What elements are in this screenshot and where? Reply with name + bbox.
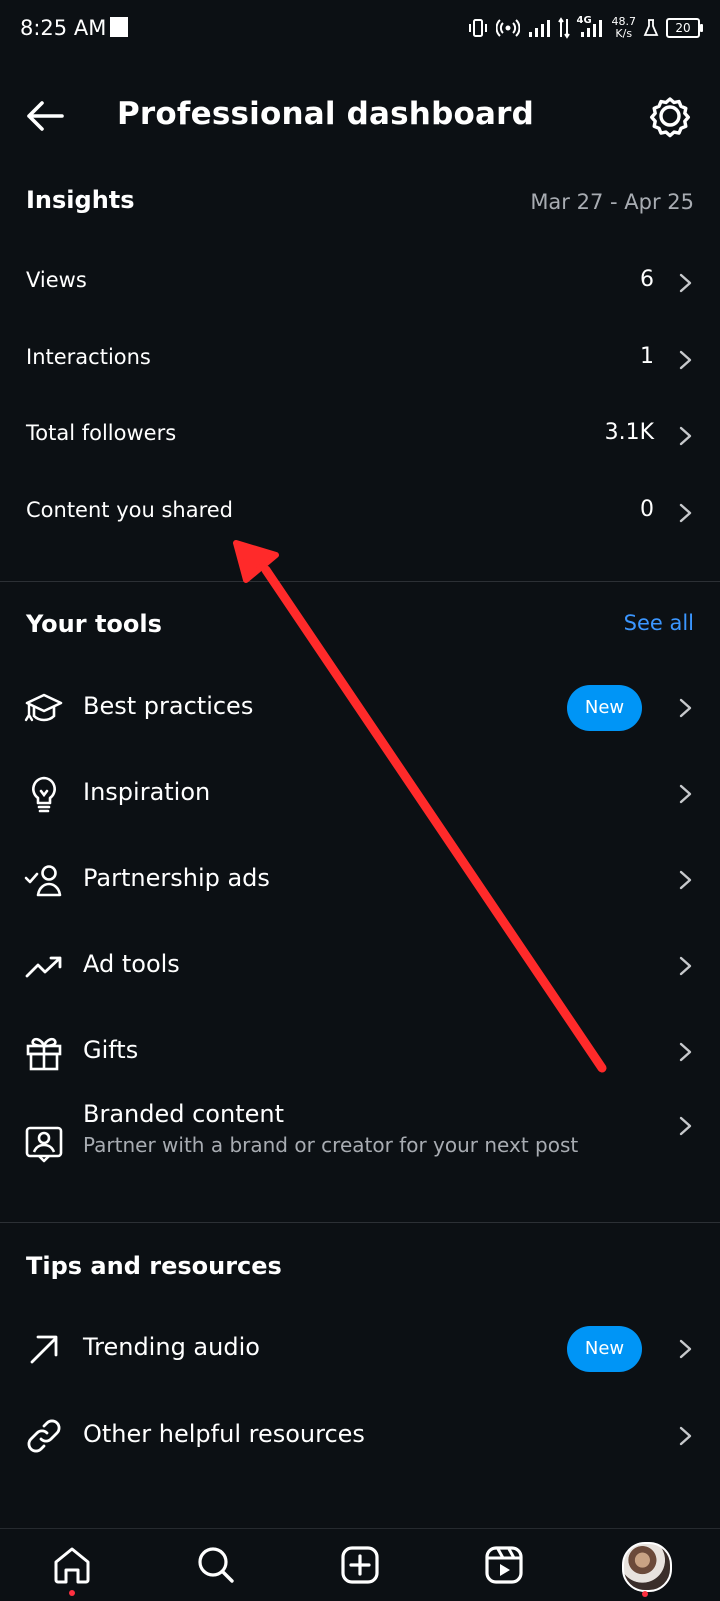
search-icon	[198, 1547, 234, 1583]
tool-label: Best practices	[83, 692, 254, 720]
insights-row-total-followers[interactable]: Total followers 3.1K	[0, 401, 720, 471]
signal-4g-icon: 4G	[577, 15, 605, 39]
notification-dot	[642, 1591, 648, 1597]
chevron-right-icon	[679, 956, 692, 976]
tool-gifts[interactable]: Gifts	[0, 1010, 720, 1094]
tip-trending-audio[interactable]: Trending audio New	[0, 1307, 720, 1391]
insights-row-views[interactable]: Views 6	[0, 248, 720, 318]
tool-label: Ad tools	[83, 950, 180, 978]
row-value: 1	[640, 344, 654, 369]
row-label: Total followers	[26, 421, 177, 445]
arrow-head	[233, 540, 279, 583]
insights-row-interactions[interactable]: Interactions 1	[0, 325, 720, 395]
tip-label: Other helpful resources	[83, 1420, 365, 1448]
nav-search[interactable]	[192, 1541, 240, 1589]
person-check-icon	[24, 865, 62, 897]
branded-content-icon	[25, 1126, 63, 1163]
gear-icon	[650, 97, 690, 138]
arrow-up-right-icon	[30, 1335, 58, 1364]
nav-reels[interactable]	[480, 1541, 528, 1589]
tool-best-practices[interactable]: Best practices New	[0, 666, 720, 750]
chevron-right-icon	[679, 350, 692, 370]
tool-ad-tools[interactable]: Ad tools	[0, 924, 720, 1008]
tool-label: Branded content	[83, 1100, 284, 1128]
row-label: Content you shared	[26, 498, 233, 522]
link-icon	[27, 1419, 61, 1453]
home-icon	[54, 1547, 90, 1584]
chevron-right-icon	[679, 1339, 692, 1359]
tip-other-helpful-resources[interactable]: Other helpful resources	[0, 1394, 720, 1478]
flask-icon	[643, 19, 659, 36]
row-value: 0	[640, 497, 654, 522]
reels-icon	[485, 1546, 523, 1584]
graduation-cap-icon	[24, 693, 63, 722]
chevron-right-icon	[679, 1426, 692, 1446]
new-badge: New	[567, 1326, 642, 1372]
date-range: Mar 27 - Apr 25	[530, 190, 694, 214]
arrow-left-icon	[27, 101, 64, 131]
network-speed: 48.7 K/s	[612, 16, 637, 40]
nav-create[interactable]	[336, 1541, 384, 1589]
chevron-right-icon	[679, 503, 692, 523]
status-bar: 8:25 AM 4G 48.7 K/s 20	[0, 0, 720, 58]
section-divider	[0, 1222, 720, 1223]
battery-icon: 20	[666, 18, 703, 38]
notification-square-icon	[110, 17, 128, 37]
chevron-right-icon	[679, 698, 692, 718]
row-value: 6	[640, 267, 654, 292]
tool-label: Gifts	[83, 1036, 139, 1064]
insights-heading: Insights	[26, 186, 135, 214]
chevron-right-icon	[679, 784, 692, 804]
tool-label: Inspiration	[83, 778, 211, 806]
settings-button[interactable]	[648, 94, 692, 138]
chevron-right-icon	[679, 1042, 692, 1062]
hotspot-icon	[495, 19, 520, 37]
tools-heading: Your tools	[26, 610, 162, 638]
tool-sublabel: Partner with a brand or creator for your…	[83, 1133, 579, 1157]
back-button[interactable]	[22, 96, 68, 136]
top-bar: Professional dashboard	[0, 80, 720, 152]
nav-home[interactable]	[48, 1541, 96, 1596]
tips-heading: Tips and resources	[26, 1252, 282, 1280]
chevron-right-icon	[679, 1116, 692, 1136]
tool-inspiration[interactable]: Inspiration	[0, 752, 720, 836]
create-icon	[341, 1546, 379, 1584]
tool-partnership-ads[interactable]: Partnership ads	[0, 838, 720, 922]
bottom-nav	[0, 1528, 720, 1601]
vibrate-icon	[468, 19, 487, 37]
notification-dot	[69, 1590, 75, 1596]
see-all-link[interactable]: See all	[624, 611, 694, 635]
row-label: Views	[26, 268, 87, 292]
new-badge: New	[567, 685, 642, 731]
status-icons: 4G 48.7 K/s 20	[467, 14, 703, 42]
signal-icon	[528, 20, 550, 37]
profile-avatar[interactable]	[622, 1542, 672, 1592]
data-transfer-icon	[557, 17, 570, 39]
section-divider	[0, 581, 720, 582]
tool-branded-content[interactable]: Branded content Partner with a brand or …	[0, 1100, 720, 1200]
tip-label: Trending audio	[83, 1333, 260, 1361]
trending-line-icon	[25, 956, 62, 978]
row-label: Interactions	[26, 345, 151, 369]
chevron-right-icon	[679, 273, 692, 293]
lightbulb-icon	[32, 776, 56, 813]
insights-row-content-shared[interactable]: Content you shared 0	[0, 478, 720, 548]
page-title: Professional dashboard	[117, 96, 534, 132]
gift-icon	[26, 1037, 62, 1071]
status-time: 8:25 AM	[20, 16, 107, 40]
tool-label: Partnership ads	[83, 864, 270, 892]
chevron-right-icon	[679, 870, 692, 890]
row-value: 3.1K	[604, 420, 654, 445]
chevron-right-icon	[679, 426, 692, 446]
speed-unit: K/s	[615, 27, 633, 40]
